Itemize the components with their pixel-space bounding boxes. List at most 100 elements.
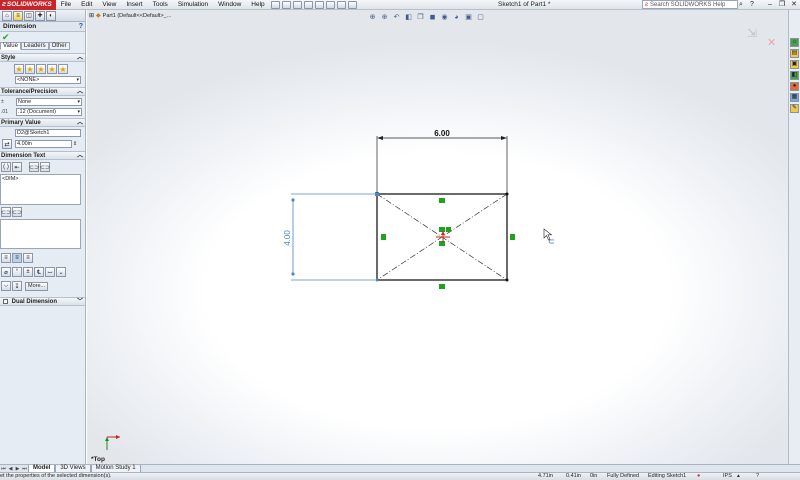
ok-check-icon[interactable]: ✔ <box>0 32 85 42</box>
forum-icon[interactable]: ✎ <box>790 104 799 113</box>
style-select[interactable]: <NONE> <box>15 76 81 84</box>
tab-leaders[interactable]: Leaders <box>20 42 49 50</box>
primary-value-group-header[interactable]: Primary Value ︿ <box>0 118 85 127</box>
view-palette-icon[interactable]: ◧ <box>790 71 799 80</box>
close-icon[interactable]: ✕ <box>788 0 800 10</box>
solidworks-resources-icon[interactable]: ⌂ <box>790 38 799 47</box>
diameter-symbol-icon[interactable]: ⌀ <box>1 267 11 277</box>
align-right-icon[interactable]: ≡ <box>23 253 33 263</box>
display-manager-tab-icon[interactable]: ◐ <box>46 10 56 21</box>
update-style-icon[interactable]: ★ <box>25 64 35 74</box>
rebuild-status-icon[interactable]: ● <box>697 473 700 480</box>
vertical-dimension-text[interactable]: 4.00 <box>283 230 292 246</box>
search-icon[interactable]: ⌕ <box>739 0 743 10</box>
precision-select[interactable]: .12 (Document) <box>16 108 82 116</box>
design-library-icon[interactable]: ▤ <box>790 49 799 58</box>
add-parentheses-icon[interactable]: ( ) <box>1 162 11 172</box>
style-group-header[interactable]: Style ︿ <box>0 53 85 62</box>
dimension-value-field[interactable]: 4.00in <box>15 140 72 148</box>
horizontal-dimension-text[interactable]: 6.00 <box>434 129 450 138</box>
midpoint-relation-icon[interactable] <box>439 241 445 246</box>
help-icon[interactable]: ? <box>750 0 754 10</box>
menu-tools[interactable]: Tools <box>148 0 173 10</box>
more-symbols-button[interactable]: More... <box>25 281 49 291</box>
file-explorer-icon[interactable]: ▣ <box>790 60 799 69</box>
last-tab-icon[interactable]: ⏭ <box>21 466 28 472</box>
dimension-handle[interactable] <box>291 272 295 276</box>
tab-value[interactable]: Value <box>0 42 21 50</box>
dual-dimension-checkbox[interactable] <box>3 298 8 304</box>
vertical-relation-icon[interactable] <box>381 234 386 240</box>
menu-simulation[interactable]: Simulation <box>173 0 213 10</box>
countersink-symbol-icon[interactable]: ⌵ <box>1 281 11 291</box>
rebuild-icon[interactable] <box>336 0 346 9</box>
spinner-icon[interactable]: ⇕ <box>73 141 77 147</box>
save-style-icon[interactable]: ★ <box>47 64 57 74</box>
units-chevron-icon[interactable]: ▴ <box>737 473 740 480</box>
new-document-icon[interactable] <box>270 0 280 9</box>
dimxpert-tab-icon[interactable]: ✚ <box>35 10 45 21</box>
menu-view[interactable]: View <box>97 0 121 10</box>
menu-help[interactable]: Help <box>246 0 269 10</box>
load-style-icon[interactable]: ★ <box>58 64 68 74</box>
options-icon[interactable] <box>347 0 357 9</box>
previous-tab-icon[interactable]: ◀ <box>7 466 14 472</box>
menu-file[interactable]: File <box>56 0 76 10</box>
next-tab-icon[interactable]: ▶ <box>14 466 21 472</box>
dimension-handle[interactable] <box>291 198 295 202</box>
collapse-icon[interactable]: ︿ <box>77 54 83 62</box>
insert-parentheses-icon[interactable]: ⊂⊃ <box>1 207 11 217</box>
configuration-manager-tab-icon[interactable]: ◫ <box>24 10 34 21</box>
horizontal-relation-icon[interactable] <box>439 284 445 289</box>
appearances-icon[interactable]: ● <box>790 82 799 91</box>
graphics-area[interactable]: ⊞ ◆ Part1 (Default<<Default>_... ⊕ ⊕ ↶ ◧… <box>87 10 788 464</box>
tolerance-type-select[interactable]: None <box>16 98 82 106</box>
more-symbols-chevron-icon[interactable]: ⌄ <box>56 267 66 277</box>
align-left-icon[interactable]: ≡ <box>1 253 11 263</box>
select-icon[interactable] <box>325 0 335 9</box>
menu-insert[interactable]: Insert <box>121 0 147 10</box>
dimension-name-field[interactable]: D2@Sketch1 <box>15 129 81 137</box>
restore-icon[interactable]: ❐ <box>776 0 788 10</box>
midpoint-relation-icon[interactable] <box>446 227 451 232</box>
degree-symbol-icon[interactable]: ° <box>12 267 22 277</box>
center-dimension-icon[interactable]: ⇤ <box>12 162 22 172</box>
feature-manager-tab-icon[interactable]: ⌂ <box>2 10 12 21</box>
collapse-icon[interactable]: ︿ <box>77 152 83 160</box>
open-icon[interactable] <box>281 0 291 9</box>
first-tab-icon[interactable]: ⏮ <box>0 466 7 472</box>
dimension-text-below-area[interactable] <box>0 219 81 249</box>
menu-window[interactable]: Window <box>213 0 246 10</box>
print-icon[interactable] <box>303 0 313 9</box>
tab-other[interactable]: Other <box>48 42 70 50</box>
menu-edit[interactable]: Edit <box>76 0 97 10</box>
inspection-dimension-icon[interactable]: ⊂⊃ <box>29 162 39 172</box>
plus-minus-symbol-icon[interactable]: ± <box>23 267 33 277</box>
collapse-icon[interactable]: ︿ <box>77 119 83 127</box>
minimize-icon[interactable]: – <box>764 0 776 10</box>
depth-symbol-icon[interactable]: ↧ <box>12 281 22 291</box>
dimension-text-area[interactable]: <DIM> <box>0 174 81 205</box>
insert-box-icon[interactable]: ⊂⊃ <box>12 207 22 217</box>
dual-dimension-group-header[interactable]: Dual Dimension ﹀ <box>0 297 85 306</box>
apply-default-style-icon[interactable]: ★ <box>14 64 24 74</box>
centerline-symbol-icon[interactable]: ℄ <box>34 267 44 277</box>
search-input[interactable]: ƨ Search SOLIDWORKS Help <box>642 0 738 9</box>
offset-text-icon[interactable]: ⊂⊃ <box>40 162 50 172</box>
quick-tips-icon[interactable]: ? <box>756 473 759 480</box>
sketch-point[interactable] <box>505 278 509 282</box>
tolerance-group-header[interactable]: Tolerance/Precision ︿ <box>0 87 85 96</box>
reverse-direction-icon[interactable]: ⇄ <box>2 139 12 149</box>
delete-style-icon[interactable]: ★ <box>36 64 46 74</box>
undo-icon[interactable] <box>314 0 324 9</box>
custom-properties-icon[interactable]: ▦ <box>790 93 799 102</box>
counterbore-symbol-icon[interactable]: ⌴ <box>45 267 55 277</box>
horizontal-relation-icon[interactable] <box>439 198 445 203</box>
collapse-icon[interactable]: ︿ <box>77 88 83 96</box>
sketch-point[interactable] <box>375 278 379 282</box>
vertical-relation-icon[interactable] <box>510 234 515 240</box>
dimension-text-group-header[interactable]: Dimension Text ︿ <box>0 151 85 160</box>
help-icon[interactable]: ? <box>79 23 83 30</box>
align-center-icon[interactable]: ≡ <box>12 253 22 263</box>
solidworks-logo[interactable]: ƨ SOLIDWORKS <box>0 0 56 10</box>
